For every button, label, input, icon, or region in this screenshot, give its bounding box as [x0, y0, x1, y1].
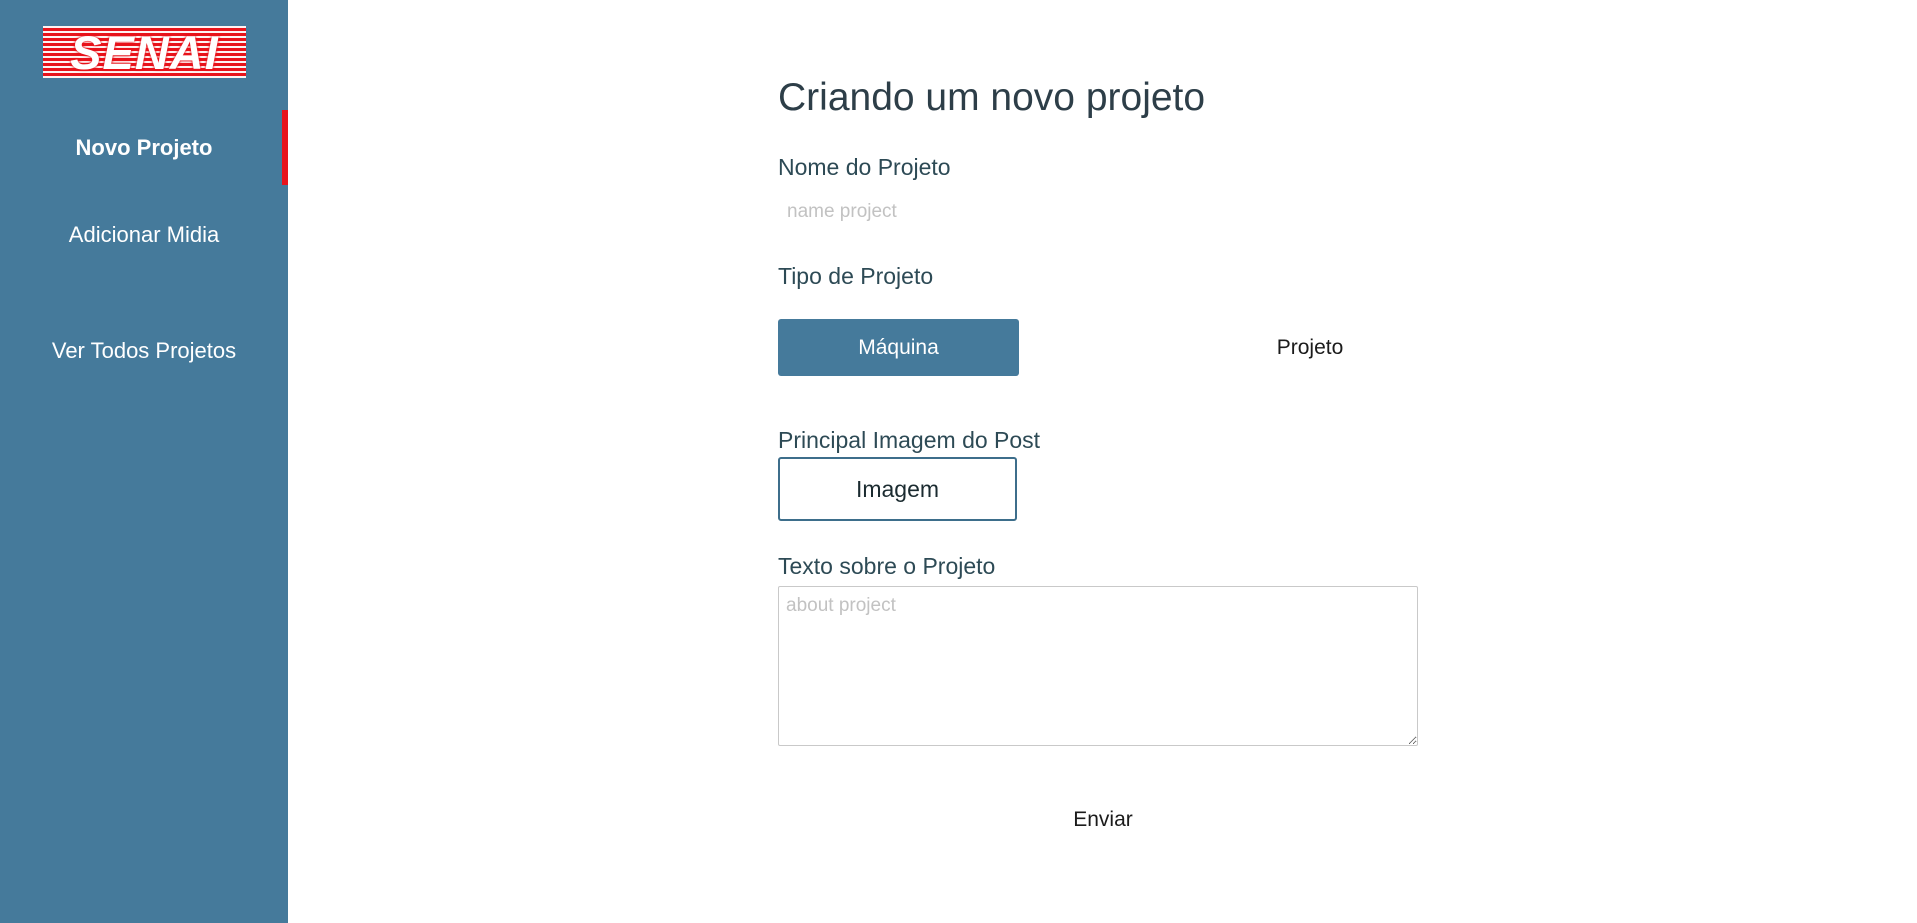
project-text-area[interactable] [778, 586, 1418, 746]
sidebar-item-adicionar-midia[interactable]: Adicionar Midia [0, 222, 288, 248]
project-name-label: Nome do Projeto [778, 154, 951, 180]
project-type-label: Tipo de Projeto [778, 263, 934, 289]
project-text-label: Texto sobre o Projeto [778, 553, 996, 579]
sidebar-item-ver-todos-projetos[interactable]: Ver Todos Projetos [0, 338, 288, 364]
logo-text: SENAI [70, 26, 219, 78]
submit-button[interactable]: Enviar [1003, 799, 1203, 841]
type-maquina-button[interactable]: Máquina [778, 319, 1019, 376]
senai-logo[interactable]: SENAI [43, 26, 246, 78]
type-projeto-button[interactable]: Projeto [1190, 319, 1430, 376]
main-image-label: Principal Imagem do Post [778, 427, 1041, 453]
upload-image-button[interactable]: Imagem [778, 457, 1017, 521]
page-title: Criando um novo projeto [778, 76, 1206, 119]
sidebar: SENAI Novo Projeto Adicionar Midia Ver T… [0, 0, 288, 923]
sidebar-item-novo-projeto[interactable]: Novo Projeto [0, 135, 288, 161]
active-indicator [282, 110, 288, 185]
project-name-input[interactable] [778, 197, 1418, 227]
